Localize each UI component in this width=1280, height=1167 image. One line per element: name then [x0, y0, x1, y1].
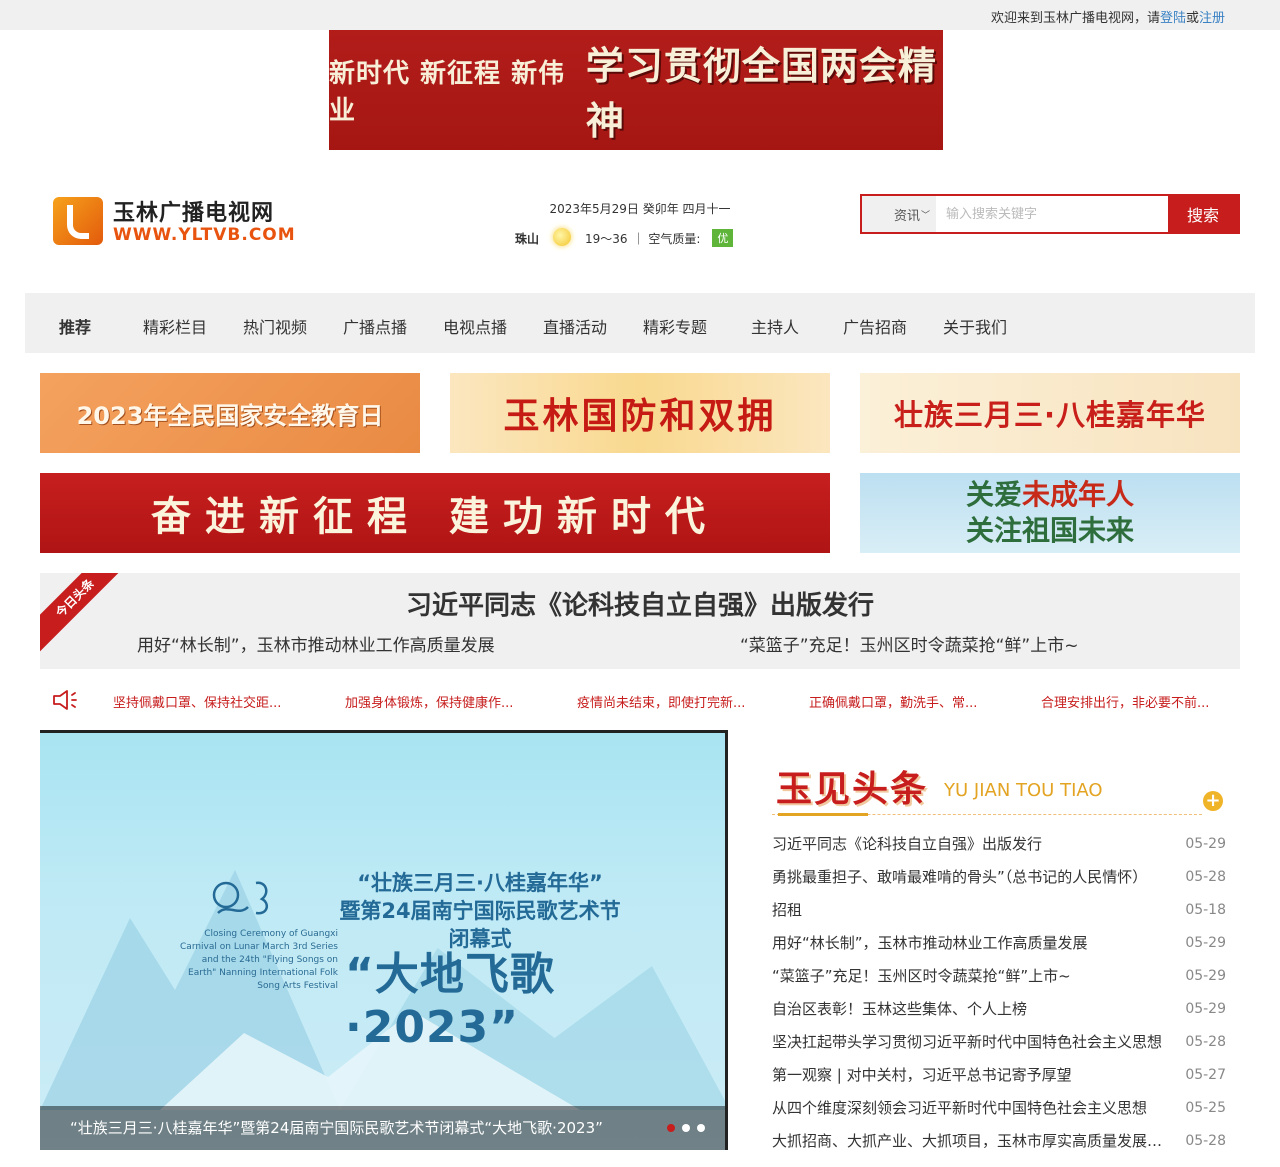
top-banner[interactable]: 新时代 新征程 新伟业 学习贯彻全国两会精神 [329, 30, 943, 150]
list-item[interactable]: “菜篮子”充足！玉州区时令蔬菜抢“鲜”上市~ 05-29 [772, 959, 1226, 992]
list-item[interactable]: 第一观察 | 对中关村，习近平总书记寄予厚望 05-27 [772, 1058, 1226, 1091]
search-category-label: 资讯 [893, 208, 920, 224]
list-item[interactable]: 习近平同志《论科技自立自强》出版发行 05-29 [772, 827, 1226, 860]
nav-item-tv[interactable]: 电视点播 [443, 314, 507, 338]
slider-dot[interactable] [667, 1124, 675, 1132]
search-button[interactable]: 搜索 [1168, 196, 1238, 232]
air-quality-badge: 优 [712, 229, 734, 247]
site-logo[interactable]: 玉林广播电视网 WWW.YLTVB.COM [53, 195, 313, 247]
list-item[interactable]: 坚决扛起带头学习贯彻习近平新时代中国特色社会主义思想 05-28 [772, 1025, 1226, 1058]
nav-item-programs[interactable]: 精彩栏目 [143, 314, 207, 338]
list-item[interactable]: 自治区表彰！玉林这些集体、个人上榜 05-29 [772, 992, 1226, 1025]
section-title-text: 玉见头条 [776, 769, 929, 810]
speaker-icon [53, 690, 77, 710]
festival-emblem-icon [212, 881, 269, 915]
nav-item-live[interactable]: 直播活动 [543, 314, 607, 338]
nav-item-radio[interactable]: 广播点播 [343, 314, 407, 338]
headline-list: 习近平同志《论科技自立自强》出版发行 05-29 勇挑最重担子、敢啃最难啃的骨头”… [772, 827, 1226, 1157]
top-banner-line2: 学习贯彻全国两会精神 [585, 44, 937, 143]
weather-city: 珠山 [515, 231, 540, 246]
slide-caption[interactable]: “壮族三月三·八桂嘉年华”暨第24届南宁国际民歌艺术节闭幕式“大地飞歌·2023… [40, 1106, 725, 1150]
ad-banner-march-third[interactable]: 壮族三月三·八桂嘉年华 [860, 373, 1240, 453]
logo-icon [53, 197, 103, 245]
headline-sub-1[interactable]: 用好“林长制”，玉林市推动林业工作高质量发展 [137, 631, 495, 656]
nav-item-topics[interactable]: 精彩专题 [643, 314, 707, 338]
notice-item[interactable]: 正确佩戴口罩，勤洗手、常... [809, 692, 977, 711]
search-box: 资讯﹀ 搜索 [860, 194, 1240, 234]
nav-item-hosts[interactable]: 主持人 [751, 314, 799, 338]
welcome-message: 欢迎来到玉林广播电视网，请登陆或注册 [991, 7, 1225, 26]
list-item[interactable]: 招租 05-18 [772, 893, 1226, 926]
welcome-text: 欢迎来到玉林广播电视网，请 [990, 11, 1160, 26]
weather-temp: 19～36 [585, 231, 628, 246]
chevron-down-icon: ﹀ [920, 210, 930, 221]
list-item[interactable]: 大抓招商、大抓产业、大抓项目，玉林市厚实高质量发展基础 05-28 [772, 1124, 1226, 1157]
section-divider [772, 813, 1202, 816]
ad-minors-line2: 关注祖国未来 [965, 514, 1134, 547]
top-bar: 欢迎来到玉林广播电视网，请登陆或注册 [0, 0, 1280, 30]
date-weather: 2023年5月29日 癸卯年 四月十一 珠山 19～36 ｜ 空气质量: 优 [515, 200, 765, 248]
headline-main[interactable]: 习近平同志《论科技自立自强》出版发行 [40, 585, 1240, 622]
nav-item-advertising[interactable]: 广告招商 [843, 314, 907, 338]
top-banner-line1: 新时代 新征程 新伟业 [329, 59, 566, 126]
main-nav: 推荐 精彩栏目 热门视频 广播点播 电视点播 直播活动 精彩专题 主持人 广告招… [25, 293, 1255, 353]
list-item[interactable]: 勇挑最重担子、敢啃最难啃的骨头”（总书记的人民情怀） 05-28 [772, 860, 1226, 893]
slider-dot[interactable] [682, 1124, 690, 1132]
logo-name: 玉林广播电视网 [113, 201, 275, 226]
list-item[interactable]: 用好“林长制”，玉林市推动林业工作高质量发展 05-29 [772, 926, 1226, 959]
yujian-headlines: 玉见头条 YU JIAN TOU TIAO + 习近平同志《论科技自立自强》出版… [772, 760, 1226, 1157]
slide-title-main: “大地飞歌·2023” [345, 949, 555, 1053]
ad-banner-new-journey[interactable]: 奋进新征程 建功新时代 [40, 473, 830, 553]
nav-item-hot-videos[interactable]: 热门视频 [243, 314, 307, 338]
login-link[interactable]: 登陆 [1160, 11, 1186, 26]
notice-item[interactable]: 疫情尚未结束，即使打完新... [577, 692, 745, 711]
notice-item[interactable]: 加强身体锻炼，保持健康作... [345, 692, 513, 711]
logo-url: WWW.YLTVB.COM [113, 225, 296, 245]
notice-item[interactable]: 坚持佩戴口罩、保持社交距... [113, 692, 281, 711]
section-title: 玉见头条 YU JIAN TOU TIAO + [772, 760, 1226, 816]
weather-row: 珠山 19～36 ｜ 空气质量: 优 [515, 228, 765, 248]
sun-icon [549, 227, 575, 249]
section-title-english: YU JIAN TOU TIAO [944, 780, 1103, 801]
ad-banner-national-defense[interactable]: 玉林国防和双拥 [450, 373, 830, 453]
ad-banner-minors[interactable]: 关爱未成年人 关注祖国未来 [860, 473, 1240, 553]
air-quality-label: ｜ 空气质量: [632, 231, 701, 246]
nav-item-recommend[interactable]: 推荐 [59, 314, 91, 338]
date-text: 2023年5月29日 癸卯年 四月十一 [549, 202, 731, 216]
slider-dots [667, 1124, 705, 1132]
nav-item-about[interactable]: 关于我们 [943, 314, 1007, 338]
list-item[interactable]: 从四个维度深刻领会习近平新时代中国特色社会主义思想 05-25 [772, 1091, 1226, 1124]
slider-dot[interactable] [697, 1124, 705, 1132]
register-link[interactable]: 注册 [1199, 11, 1225, 26]
notice-item[interactable]: 合理安排出行，非必要不前... [1041, 692, 1209, 711]
notice-bar: 坚持佩戴口罩、保持社交距... 加强身体锻炼，保持健康作... 疫情尚未结束，即… [40, 684, 1240, 716]
slide-english-text: Closing Ceremony of Guangxi Carnival on … [180, 929, 338, 991]
ad-minors-line1: 关爱未成年人 [965, 478, 1135, 511]
or-text: 或 [1185, 11, 1199, 26]
ad-banner-security-day[interactable]: 2023年全民国家安全教育日 [40, 373, 420, 453]
search-category-select[interactable]: 资讯 ﹀ [862, 196, 936, 232]
headline-sub-2[interactable]: “菜篮子”充足！玉州区时令蔬菜抢“鲜”上市~ [740, 631, 1078, 656]
today-headline: 今日头条 习近平同志《论科技自立自强》出版发行 用好“林长制”，玉林市推动林业工… [40, 573, 1240, 669]
slide-title-line1: “壮族三月三·八桂嘉年华” [357, 871, 603, 895]
search-input[interactable] [936, 196, 1168, 232]
featured-slider[interactable]: Closing Ceremony of Guangxi Carnival on … [40, 730, 728, 1150]
more-plus-icon[interactable]: + [1203, 791, 1223, 811]
